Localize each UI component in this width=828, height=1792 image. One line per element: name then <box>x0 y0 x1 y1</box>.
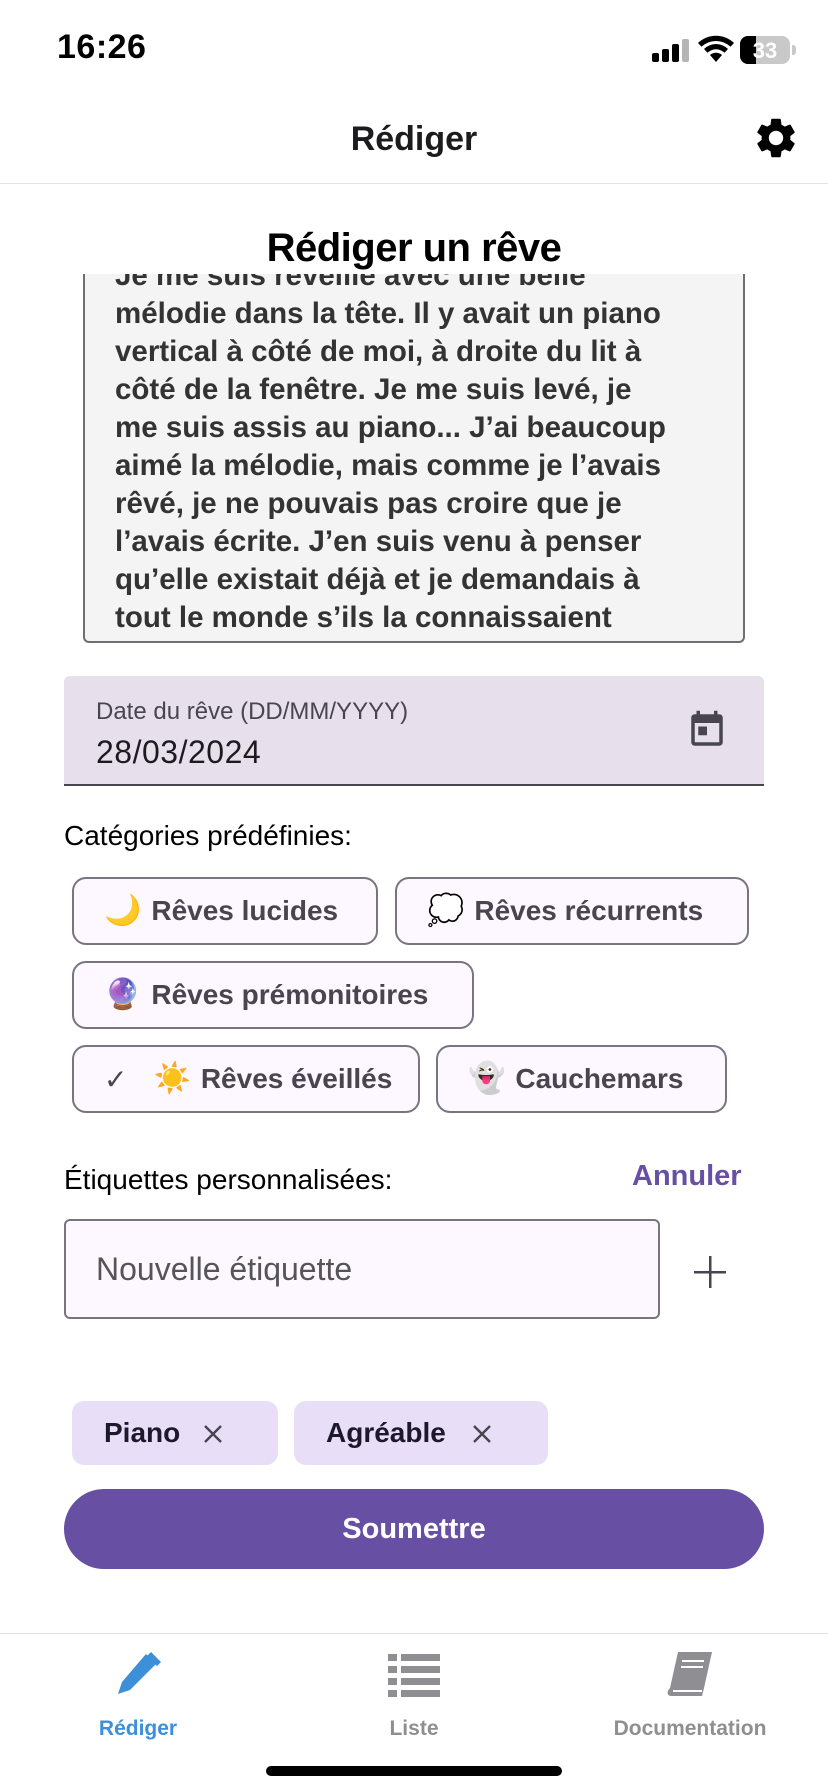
battery-percent: 33 <box>752 38 778 63</box>
battery-icon: 33 <box>740 36 790 64</box>
app-header: Rédiger <box>0 100 828 184</box>
tab-rediger[interactable]: Rédiger <box>0 1634 276 1744</box>
category-chip-eveilles[interactable]: ✓ ☀️ Rêves éveillés <box>72 1045 420 1113</box>
category-chip-cauchemars[interactable]: 👻 Cauchemars <box>436 1045 727 1113</box>
plus-icon[interactable] <box>690 1252 730 1292</box>
thought-bubble-icon: 💭 <box>427 894 465 927</box>
moon-icon: 🌙 <box>104 894 142 927</box>
tag-label: Piano <box>104 1417 181 1448</box>
pencil-icon <box>118 1652 161 1694</box>
status-time: 16:26 <box>57 28 147 66</box>
home-indicator[interactable] <box>266 1766 562 1776</box>
tag-chip-agreable[interactable]: Agréable <box>294 1401 548 1465</box>
tab-label: Liste <box>389 1717 439 1740</box>
tag-label: Agréable <box>326 1417 446 1448</box>
categories-label: Catégories prédéfinies: <box>64 820 352 851</box>
date-label: Date du rêve (DD/MM/YYYY) <box>96 698 409 725</box>
category-label: Rêves éveillés <box>200 1063 393 1094</box>
book-icon <box>667 1652 712 1696</box>
header-title: Rédiger <box>350 120 478 158</box>
checkmark-icon: ✓ <box>104 1063 128 1095</box>
custom-tags-label: Étiquettes personnalisées: <box>64 1164 393 1195</box>
category-chip-lucides[interactable]: 🌙 Rêves lucides <box>72 877 378 945</box>
calendar-icon[interactable] <box>686 708 728 752</box>
cancel-link[interactable]: Annuler <box>632 1160 742 1193</box>
submit-button[interactable]: Soumettre <box>64 1489 764 1569</box>
battery-tip <box>792 45 796 55</box>
new-tag-input[interactable] <box>64 1219 660 1319</box>
dream-textarea[interactable]: Je me suis réveillé avec une belle mélod… <box>83 274 745 643</box>
tab-label: Documentation <box>613 1717 767 1740</box>
category-label: Rêves lucides <box>151 895 339 926</box>
close-icon[interactable] <box>471 1423 493 1445</box>
crystal-ball-icon: 🔮 <box>104 978 142 1011</box>
category-label: Rêves récurrents <box>474 895 704 926</box>
tab-liste[interactable]: Liste <box>276 1634 552 1744</box>
category-chip-recurrents[interactable]: 💭 Rêves récurrents <box>395 877 749 945</box>
tab-documentation[interactable]: Documentation <box>552 1634 828 1744</box>
category-chip-premonitoires[interactable]: 🔮 Rêves prémonitoires <box>72 961 474 1029</box>
category-label: Rêves prémonitoires <box>151 979 429 1010</box>
close-icon[interactable] <box>202 1423 224 1445</box>
sun-icon: ☀️ <box>153 1062 191 1095</box>
cellular-signal-icon <box>652 38 690 62</box>
category-label: Cauchemars <box>515 1063 684 1094</box>
ghost-icon: 👻 <box>468 1062 506 1095</box>
date-field[interactable]: Date du rêve (DD/MM/YYYY) 28/03/2024 <box>64 676 764 786</box>
dream-text[interactable]: Je me suis réveillé avec une belle mélod… <box>115 274 725 637</box>
tab-label: Rédiger <box>98 1717 178 1740</box>
list-icon <box>388 1654 440 1697</box>
wifi-icon <box>698 35 734 62</box>
tag-chip-piano[interactable]: Piano <box>72 1401 278 1465</box>
form-title: Rédiger un rêve <box>266 226 562 270</box>
screen: 16:26 33 Rédiger Rédiger un rêve Je me s… <box>0 0 828 1792</box>
gear-icon[interactable] <box>752 114 800 162</box>
status-bar: 16:26 33 <box>0 0 828 100</box>
date-value[interactable]: 28/03/2024 <box>96 734 261 771</box>
